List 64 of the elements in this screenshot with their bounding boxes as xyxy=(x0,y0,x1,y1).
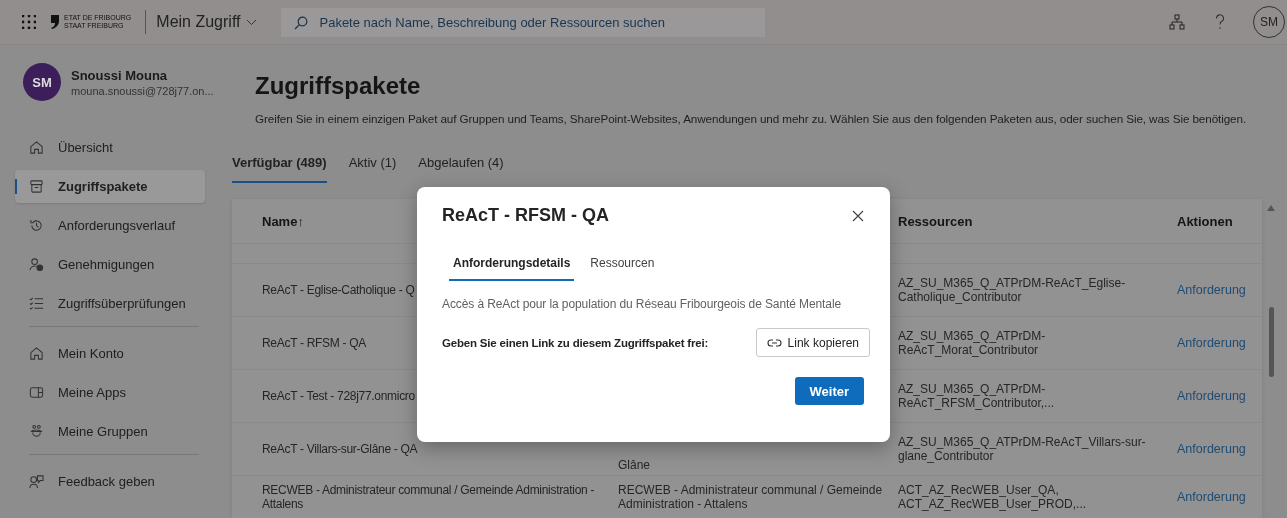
nav-item[interactable]: Mein Konto xyxy=(15,337,205,370)
org-chart-icon[interactable] xyxy=(1169,14,1185,30)
package-description: Accès à ReAct pour la population du Réseau Fribourgeois de Santé Mentale xyxy=(441,297,843,311)
page-description: Greifen Sie in einem einzigen Paket auf Gruppen und Teams, SharePoint-Websites, Anwendungen und mehr zu. Wählen Sie aus den folgenden Paketen aus, oder suchen Sie, was Sie benötigen. xyxy=(254,112,1248,125)
table-cell-text: AZ_SU_M365_Q_ATPrDM-ReAcT_Villars-sur-glane_Contributor xyxy=(898,435,1147,463)
nav-item[interactable]: Genehmigungen xyxy=(15,248,205,281)
feedback-icon xyxy=(29,474,44,489)
page-title: Zugriffspakete xyxy=(254,71,422,100)
tab[interactable]: Verfügbar (489) xyxy=(232,151,327,183)
box-icon xyxy=(29,179,44,194)
table-cell-text: Glâne xyxy=(618,458,652,472)
user-email: mouna.snoussi@728j77.on... xyxy=(71,84,214,97)
scroll-up-icon[interactable] xyxy=(1267,205,1275,211)
table-cell-text: AZ_SU_M365_Q_ATPrDM-ReAcT_Eglise-Catholique_Contributor xyxy=(898,276,1127,304)
home-icon xyxy=(29,140,44,155)
link-icon xyxy=(766,337,782,348)
home-icon xyxy=(29,346,44,361)
column-header[interactable]: Ressourcen xyxy=(898,213,1177,229)
checklist-icon xyxy=(29,296,44,311)
logo-mark-icon xyxy=(50,14,60,30)
request-link[interactable]: Anforderung xyxy=(1177,283,1246,297)
request-link[interactable]: Anforderung xyxy=(1177,490,1246,504)
share-label: Geben Sie einen Link zu diesem Zugriffspaket frei: xyxy=(442,336,709,349)
table-cell-text: RECWEB - Administrateur communal / Gemeinde Administration - Attalens xyxy=(618,483,884,511)
app-launcher-icon[interactable] xyxy=(22,15,36,29)
nav-item[interactable]: Zugriffspakete xyxy=(15,170,205,203)
dialog-title: ReAcT - RFSM - QA xyxy=(442,205,609,226)
copy-link-button[interactable]: Link kopieren xyxy=(755,328,870,357)
table-cell-text: AZ_SU_M365_Q_ATPrDM-ReAcT_Morat_Contributor xyxy=(898,329,1047,357)
nav-item[interactable]: Meine Gruppen xyxy=(15,415,205,448)
table-cell: ReAcT - Test - 728j77.onmicro xyxy=(262,389,415,403)
nav-item[interactable]: Feedback geben xyxy=(15,465,205,498)
search-field[interactable]: Pakete nach Name, Beschreibung oder Ressourcen suchen xyxy=(281,7,766,37)
apps-icon xyxy=(29,385,44,400)
help-icon[interactable] xyxy=(1215,14,1225,30)
approve-icon xyxy=(29,257,44,272)
tab[interactable]: Aktiv (1) xyxy=(348,151,397,183)
table-cell: ReAcT - Eglise-Catholique - Q xyxy=(262,283,415,297)
nav-item[interactable]: Übersicht xyxy=(15,131,205,164)
nav-item[interactable]: Zugriffsüberprüfungen xyxy=(15,287,205,320)
request-link[interactable]: Anforderung xyxy=(1177,389,1246,403)
table-cell: ReAcT - RFSM - QA xyxy=(262,336,367,350)
scrollbar-thumb[interactable] xyxy=(1268,307,1274,377)
tab[interactable]: Ressourcen xyxy=(586,250,659,281)
column-header[interactable]: Aktionen xyxy=(1177,213,1262,229)
tab[interactable]: Anforderungsdetails xyxy=(449,250,575,281)
nav-item[interactable]: Anforderungsverlauf xyxy=(15,209,205,242)
app-menu[interactable]: Mein Zugriff xyxy=(156,13,258,31)
avatar: SM xyxy=(23,63,61,101)
nav-item[interactable]: Meine Apps xyxy=(15,376,205,409)
table-cell-text: ACT_AZ_RecWEB_User_QA, ACT_AZ_RecWEB_User_PROD,... xyxy=(898,483,1088,511)
group-icon xyxy=(29,424,44,439)
table-cell: ReAcT - Villars-sur-Glâne - QA xyxy=(262,442,418,456)
history-icon xyxy=(29,218,44,233)
close-icon[interactable] xyxy=(852,209,864,222)
request-link[interactable]: Anforderung xyxy=(1177,336,1246,350)
tab[interactable]: Abgelaufen (4) xyxy=(418,151,504,183)
table-cell-text: RECWEB - Administrateur communal / Gemeinde Administration - Attalens xyxy=(262,483,596,511)
user-name: Snoussi Mouna xyxy=(71,67,169,83)
request-link[interactable]: Anforderung xyxy=(1177,442,1246,456)
table-cell-text: AZ_SU_M365_Q_ATPrDM-ReAcT_RFSM_Contributor,... xyxy=(898,382,1056,410)
chevron-down-icon xyxy=(246,18,258,26)
search-icon xyxy=(294,15,309,30)
next-button[interactable]: Weiter xyxy=(794,377,864,405)
